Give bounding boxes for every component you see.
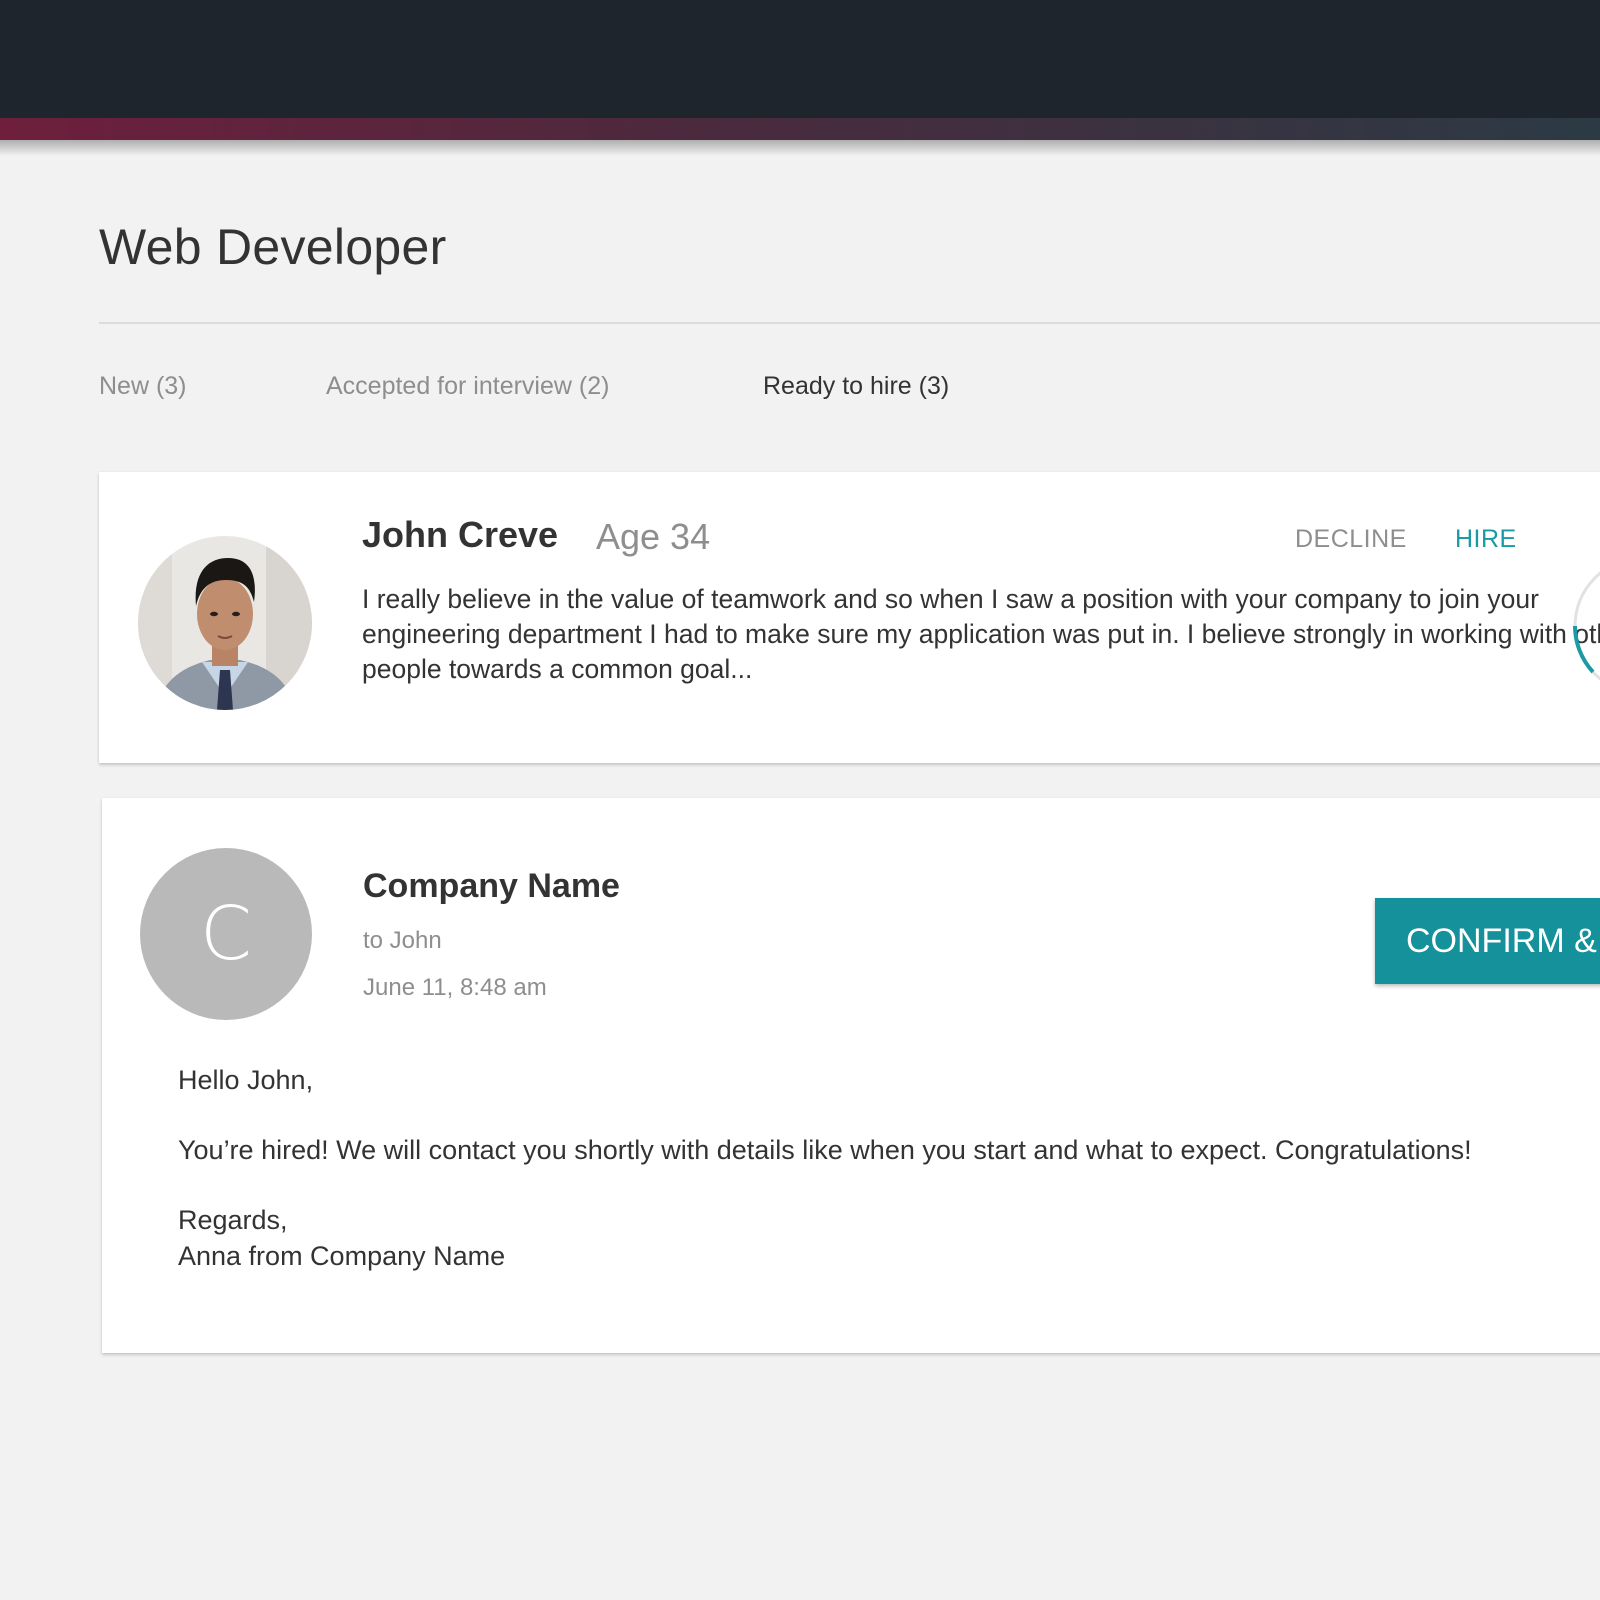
candidate-bio: I really believe in the value of teamwor… (362, 584, 1600, 684)
page-title: Web Developer (99, 219, 447, 275)
candidate-name: John Creve (362, 514, 559, 555)
candidate-age: Age 34 (596, 516, 711, 557)
sender-name: Company Name (363, 867, 620, 905)
decline-button[interactable]: DECLINE (1295, 525, 1407, 554)
tab-ready-to-hire[interactable]: Ready to hire (3) (763, 372, 949, 401)
person-photo-icon (138, 536, 312, 710)
confirm-button[interactable]: CONFIRM & (1375, 898, 1600, 984)
title-divider (99, 322, 1600, 324)
top-bar-accent-stripe (0, 118, 1600, 140)
message-body: Hello John, You’re hired! We will contac… (178, 1062, 1600, 1274)
top-bar-shadow (0, 140, 1600, 156)
candidate-card: John Creve Age 34 DECLINE HIRE I really … (99, 472, 1600, 763)
message-recipient: to John (363, 927, 442, 954)
top-navigation-bar (0, 0, 1600, 118)
candidate-avatar (138, 536, 312, 710)
hire-message-card: C Company Name to John June 11, 8:48 am … (102, 798, 1600, 1353)
progress-ring-icon (1573, 571, 1600, 681)
message-date: June 11, 8:48 am (363, 974, 547, 1001)
message-greeting: Hello John, (178, 1065, 314, 1095)
message-closing: Regards, (178, 1205, 288, 1235)
tab-new[interactable]: New (3) (99, 372, 187, 401)
message-signature: Anna from Company Name (178, 1241, 506, 1271)
message-text: You’re hired! We will contact you shortl… (178, 1135, 1472, 1165)
tab-accepted-for-interview[interactable]: Accepted for interview (2) (326, 372, 609, 401)
hire-button[interactable]: HIRE (1455, 525, 1517, 554)
company-avatar: C (140, 848, 312, 1020)
